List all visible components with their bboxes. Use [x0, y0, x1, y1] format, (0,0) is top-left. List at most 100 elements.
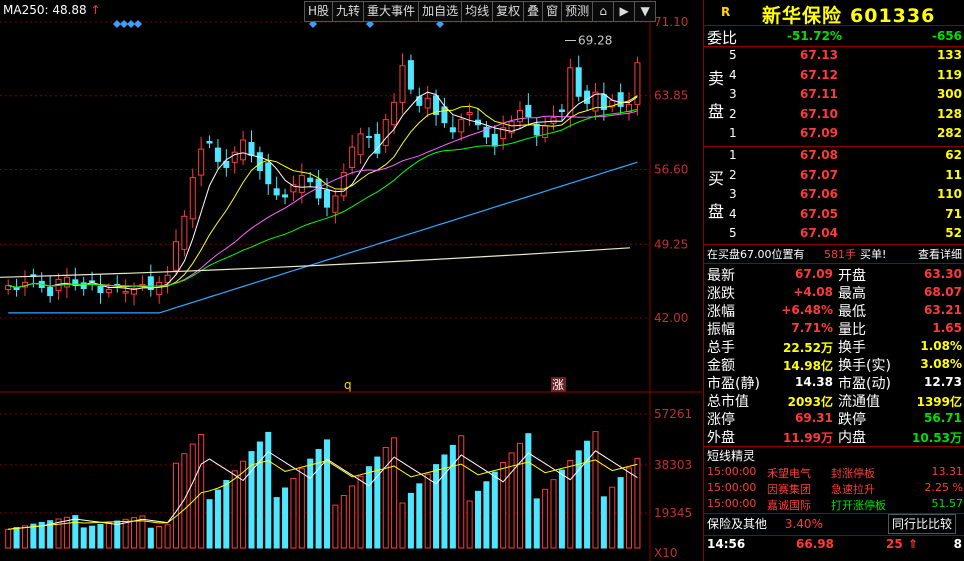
- export-icon[interactable]: ▶: [613, 1, 636, 22]
- level: 3: [729, 187, 737, 201]
- chart-toolbar: H股 九转 重大事件 加自选 均线 复权叠窗预测 ⌂ ▶ ▼: [304, 1, 657, 22]
- bid-row-1[interactable]: 1 67.08 62: [726, 148, 964, 167]
- stat-row: 外盘 11.99万 内盘 10.53万: [704, 427, 964, 446]
- price: 67.06: [800, 187, 838, 201]
- tab-moving-avg[interactable]: 均线: [461, 1, 494, 22]
- volume-bar: [474, 490, 482, 549]
- volume: 110: [936, 187, 962, 201]
- stat-key: 内盘: [838, 430, 866, 446]
- big-order-note: 在买盘67.00位置有 581手 买单! 查看详细: [704, 246, 964, 264]
- volume: 128: [936, 106, 962, 121]
- ask-row-3[interactable]: 3 67.11 300: [726, 87, 964, 106]
- buy-label: 买 盘: [707, 168, 725, 222]
- tab-overlay[interactable]: 叠: [523, 1, 544, 22]
- peer-compare-tab[interactable]: 同行比比较: [888, 514, 957, 534]
- volume-bar: [223, 479, 230, 549]
- ask-row-1[interactable]: 1 67.09 282: [726, 126, 964, 145]
- ask-row-5[interactable]: 5 67.13 133: [726, 48, 964, 67]
- stat-key: 量比: [838, 322, 866, 338]
- bid-row-2[interactable]: 2 67.07 11: [726, 168, 964, 187]
- ma250-line: [0, 247, 631, 278]
- candle-body: [550, 117, 557, 124]
- volume-bar: [458, 435, 465, 549]
- stat-key: 市盈(静): [707, 376, 760, 392]
- weibi-pct: -51.72%: [787, 29, 842, 43]
- sl-value: 51.57: [931, 497, 964, 510]
- level: 4: [729, 67, 737, 82]
- weibi-label: 委比: [707, 29, 738, 47]
- bid-row-3[interactable]: 3 67.06 110: [726, 187, 964, 206]
- ma5-line: [8, 91, 638, 291]
- candle-body: [491, 133, 498, 147]
- shortline-item[interactable]: 15:00:00 因赛集团 急速拉升 2.25 %: [707, 481, 963, 497]
- ask-row-2[interactable]: 2 67.10 128: [726, 107, 964, 126]
- volume-bar: [424, 473, 431, 549]
- volume-bar: [307, 458, 314, 549]
- zhang-marker: 涨: [552, 377, 564, 392]
- tab-add-watchlist[interactable]: 加自选: [418, 1, 463, 22]
- candle-body: [189, 177, 196, 220]
- sl-event: 急速拉升: [831, 483, 875, 496]
- volume: 133: [936, 48, 962, 62]
- bid-row-4[interactable]: 4 67.05 71: [726, 207, 964, 226]
- volume-bar: [525, 433, 532, 549]
- stat-value: 7.71%: [791, 321, 833, 335]
- tab-nine-turn[interactable]: 九转: [332, 1, 365, 22]
- candle-body: [265, 162, 272, 185]
- sell-label: 卖 盘: [707, 68, 725, 122]
- volume-bar: [13, 527, 20, 549]
- volume-tick-label: 38303: [654, 458, 692, 472]
- tab-adjust[interactable]: 复权: [492, 1, 525, 22]
- dropdown-icon[interactable]: ▼: [634, 1, 657, 22]
- level: 4: [729, 206, 737, 221]
- volume-bar: [558, 469, 565, 549]
- level: 2: [729, 167, 737, 182]
- stat-key: 外盘: [707, 430, 735, 446]
- volume-bar: [189, 443, 196, 549]
- lock-icon[interactable]: ⌂: [592, 1, 615, 22]
- ask-row-4[interactable]: 4 67.12 119: [726, 68, 964, 87]
- sl-value: 2.25 %: [924, 481, 963, 494]
- stock-title[interactable]: 新华保险 601336: [762, 1, 935, 28]
- ma250-value: MA250: 48.88: [3, 3, 87, 17]
- volume-bar: [172, 462, 180, 549]
- kline-chart[interactable]: 71.10 63.85 56.60 49.25 42.00 57261 38303 19345…: [0, 0, 702, 561]
- tab-h-share[interactable]: H股: [304, 1, 334, 22]
- candle-body: [282, 194, 289, 198]
- bid-row-5[interactable]: 5 67.04 52: [726, 226, 964, 245]
- volume-bar: [592, 431, 599, 549]
- stat-key: 总手: [707, 340, 735, 356]
- stat-row: 涨停 69.31 跌停 56.71: [704, 409, 964, 428]
- volume-bar: [399, 502, 406, 549]
- price-tick-label: 49.25: [654, 237, 688, 251]
- shortline-item[interactable]: 15:00:00 嘉诚国际 打开涨停板 51.57: [707, 497, 963, 513]
- shortline-item[interactable]: 15:00:00 禾望电气 封涨停板 13.31: [707, 465, 963, 481]
- stat-key: 跌停: [838, 412, 866, 428]
- volume-bar: [63, 516, 70, 549]
- stat-key: 涨跌: [707, 286, 735, 302]
- volume: 119: [936, 67, 962, 82]
- sl-time: 15:00:00: [707, 497, 757, 510]
- sl-stock: 禾望电气: [767, 467, 811, 480]
- stat-value: 2093亿: [787, 395, 833, 409]
- detail-link[interactable]: 查看详细: [918, 246, 962, 262]
- volume-bar: [449, 444, 456, 549]
- stat-key: 最低: [838, 304, 866, 320]
- price-tick-label: 42.00: [654, 311, 688, 325]
- sector-tab[interactable]: 保险及其他 3.40%: [707, 514, 823, 534]
- tab-forecast[interactable]: 预测: [561, 1, 594, 22]
- stat-key: 换手(实): [838, 358, 891, 374]
- sl-stock: 嘉诚国际: [767, 499, 811, 512]
- quote-panel: R 新华保险 601336 委比 -51.72% -656 卖 盘 5 67.13 1…: [703, 0, 964, 561]
- stat-key: 开盘: [838, 268, 866, 284]
- tab-window[interactable]: 窗: [542, 1, 563, 22]
- kline-panel[interactable]: 71.10 63.85 56.60 49.25 42.00 57261 38303 19345…: [0, 0, 702, 561]
- note-text: 在买盘67.00位置有: [707, 248, 805, 261]
- buy-char-1: 买: [707, 169, 724, 188]
- candle-body: [214, 147, 221, 162]
- tab-major-events[interactable]: 重大事件: [363, 1, 420, 22]
- shortline-title[interactable]: 短线精灵: [707, 447, 755, 464]
- sl-stock: 因赛集团: [767, 483, 811, 496]
- volume-bar: [80, 527, 87, 549]
- volume-bar: [500, 462, 507, 549]
